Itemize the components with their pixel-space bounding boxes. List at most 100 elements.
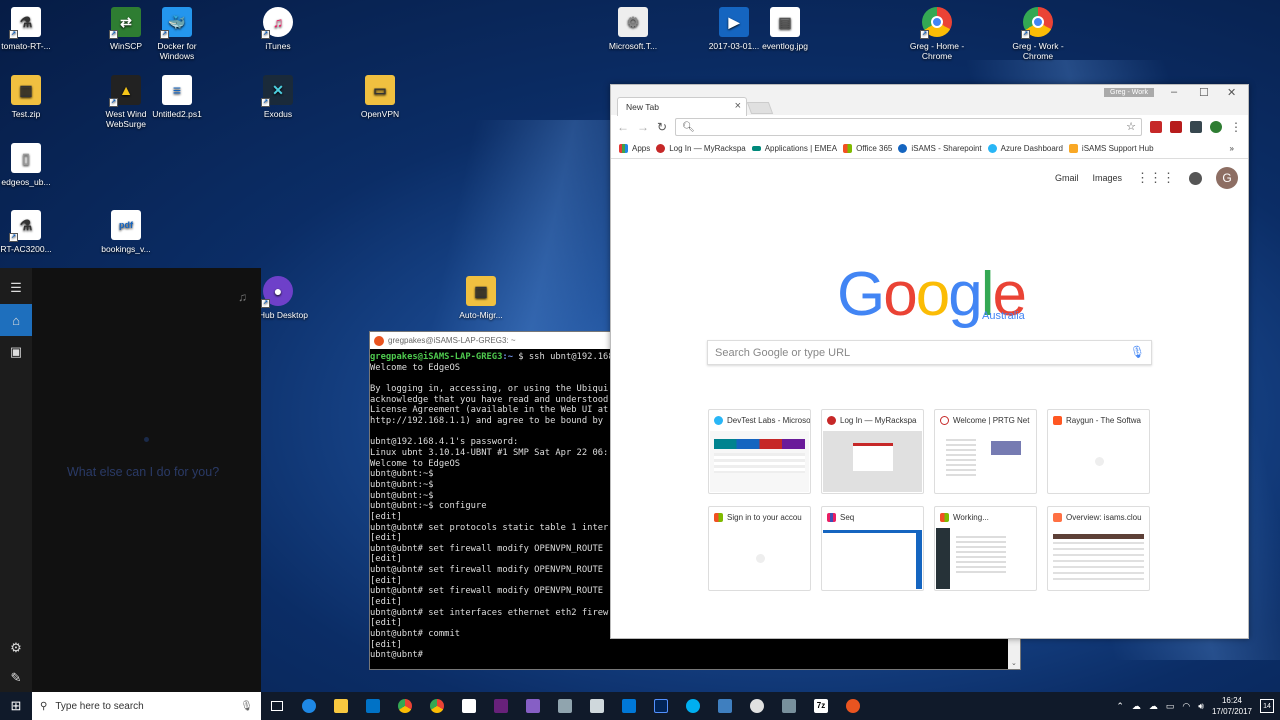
ublock-icon[interactable] bbox=[1170, 121, 1182, 133]
desktop-icon-bookings[interactable]: pdf bookings_v... bbox=[88, 210, 164, 254]
tools-icon[interactable] bbox=[581, 692, 613, 720]
taskbar-search-placeholder: Type here to search bbox=[55, 700, 144, 712]
music-note-icon[interactable]: ♫ bbox=[238, 290, 247, 304]
desktop-icon-eventlog[interactable]: ▤ eventlog.jpg bbox=[747, 7, 823, 51]
maximize-icon[interactable]: ☐ bbox=[1199, 86, 1209, 99]
tile-title: Working... bbox=[953, 512, 989, 522]
file-explorer-icon[interactable] bbox=[325, 692, 357, 720]
desktop-icon-tomato[interactable]: ⚗ ↗ tomato-RT-... bbox=[0, 7, 64, 51]
vscode-icon[interactable] bbox=[613, 692, 645, 720]
reload-icon[interactable]: ↻ bbox=[657, 120, 667, 134]
bookmark-label: iSAMS Support Hub bbox=[1081, 144, 1154, 153]
bookmark-sharepoint[interactable]: iSAMS - Sharepoint bbox=[898, 144, 982, 153]
most-visited-tile[interactable]: Working... bbox=[934, 506, 1037, 591]
bookmark-applications[interactable]: Applications | EMEA bbox=[751, 144, 837, 153]
extension-icon[interactable] bbox=[1150, 121, 1162, 133]
new-tab-button[interactable] bbox=[746, 102, 774, 114]
desktop-icon-auto-migr[interactable]: ▥ Auto-Migr... bbox=[443, 276, 519, 320]
close-tab-icon[interactable]: × bbox=[735, 100, 741, 112]
desktop-icon-chrome-work[interactable]: ↗ Greg - Work - Chrome bbox=[1000, 7, 1076, 61]
most-visited-tile[interactable]: DevTest Labs - Microso bbox=[708, 409, 811, 494]
desktop-icon-rt-ac3200[interactable]: ⚗ ↗ RT-AC3200... bbox=[0, 210, 64, 254]
desktop-icon-docker[interactable]: 🐳 ↗ Docker for Windows bbox=[139, 7, 215, 61]
remote-desktop-icon[interactable] bbox=[709, 692, 741, 720]
extension-icon[interactable] bbox=[1190, 121, 1202, 133]
terminal-line: ubnt@ubnt:~$ bbox=[370, 469, 434, 480]
powershell-icon[interactable] bbox=[645, 692, 677, 720]
microphone-icon[interactable]: 🎙︎ bbox=[240, 701, 253, 712]
onedrive-business-icon[interactable]: ☁ bbox=[1149, 701, 1158, 712]
clock[interactable]: 16:24 17/07/2017 bbox=[1212, 695, 1252, 717]
battery-icon[interactable]: ▭ bbox=[1166, 701, 1175, 712]
network-icon[interactable] bbox=[549, 692, 581, 720]
feedback-icon[interactable]: ✎ bbox=[0, 662, 32, 694]
most-visited-tile[interactable]: Overview: isams.clou bbox=[1047, 506, 1150, 591]
7zip-icon[interactable]: 7z bbox=[805, 692, 837, 720]
chrome-menu-icon[interactable]: ⋮ bbox=[1230, 120, 1242, 134]
chevron-up-icon[interactable]: ⌃ bbox=[1116, 701, 1124, 712]
bookmark-apps[interactable]: Apps bbox=[619, 144, 650, 153]
taskbar-search-input[interactable]: ⚲ Type here to search 🎙︎ bbox=[32, 692, 261, 720]
tile-title: Welcome | PRTG Net bbox=[953, 415, 1030, 425]
terminal-line: ubnt@ubnt# bbox=[370, 650, 423, 661]
desktop-icon-ps1[interactable]: ≡ Untitled2.ps1 bbox=[139, 75, 215, 119]
desktop-icon-microsoft-t[interactable]: ⚙ Microsoft.T... bbox=[595, 7, 671, 51]
desktop-icon-openvpn[interactable]: ▭ OpenVPN bbox=[342, 75, 418, 119]
microsoft-icon bbox=[714, 512, 723, 522]
outlook-icon[interactable] bbox=[357, 692, 389, 720]
desktop-icon-chrome-home[interactable]: ↗ Greg - Home - Chrome bbox=[899, 7, 975, 61]
edge-icon[interactable] bbox=[293, 692, 325, 720]
hamburger-menu-icon[interactable]: ☰ bbox=[0, 272, 32, 304]
apps-grid-icon[interactable]: ⋮⋮⋮ bbox=[1136, 170, 1175, 186]
extension-icon[interactable] bbox=[1210, 121, 1222, 133]
most-visited-tile[interactable]: Welcome | PRTG Net bbox=[934, 409, 1037, 494]
gmail-link[interactable]: Gmail bbox=[1055, 173, 1079, 183]
bookmark-rackspace[interactable]: Log In — MyRackspa bbox=[656, 144, 746, 153]
most-visited-tile[interactable]: Sign in to your accou bbox=[708, 506, 811, 591]
store-icon[interactable] bbox=[453, 692, 485, 720]
omnibox[interactable]: 🔍︎ ☆ bbox=[675, 118, 1142, 136]
minimize-icon[interactable]: – bbox=[1171, 86, 1177, 98]
images-link[interactable]: Images bbox=[1092, 173, 1122, 183]
chrome-window[interactable]: New Tab × Greg - Work – ☐ ✕ ← → ↻ 🔍︎ ☆ ⋮… bbox=[610, 84, 1249, 639]
tab-new-tab[interactable]: New Tab × bbox=[617, 97, 747, 116]
profile-badge[interactable]: Greg - Work bbox=[1104, 88, 1154, 97]
forward-icon[interactable]: → bbox=[637, 120, 649, 134]
task-view-icon[interactable] bbox=[261, 692, 293, 720]
chrome-home-icon[interactable] bbox=[421, 692, 453, 720]
notebook-icon[interactable]: ▣ bbox=[0, 336, 32, 368]
skype-icon[interactable] bbox=[677, 692, 709, 720]
visual-studio-preview-icon[interactable] bbox=[517, 692, 549, 720]
microphone-icon[interactable]: 🎙︎ bbox=[1130, 345, 1145, 359]
desktop-icon-edgeos[interactable]: ▯ edgeos_ub... bbox=[0, 143, 64, 187]
most-visited-tile[interactable]: Raygun - The Softwa bbox=[1047, 409, 1150, 494]
desktop-icon-itunes[interactable]: ♫ ↗ iTunes bbox=[240, 7, 316, 51]
app-icon[interactable] bbox=[773, 692, 805, 720]
desktop-icon-test-zip[interactable]: ▥ Test.zip bbox=[0, 75, 64, 119]
wifi-icon[interactable]: ◠ bbox=[1182, 701, 1190, 712]
home-icon[interactable]: ⌂ bbox=[0, 304, 32, 336]
terminal-line: Linux ubnt 3.10.14-UBNT #1 SMP Sat Apr 2… bbox=[370, 447, 609, 458]
settings-gear-icon[interactable]: ⚙ bbox=[0, 632, 32, 664]
desktop-icon-exodus[interactable]: ✕ ↗ Exodus bbox=[240, 75, 316, 119]
bookmark-azure[interactable]: Azure Dashboard bbox=[987, 144, 1063, 153]
chrome-work-icon[interactable] bbox=[389, 692, 421, 720]
volume-icon[interactable]: 🔊︎ bbox=[1198, 701, 1204, 712]
bookmark-star-icon[interactable]: ☆ bbox=[1126, 120, 1136, 133]
bookmarks-overflow-icon[interactable]: » bbox=[1230, 144, 1234, 153]
most-visited-tile[interactable]: Log In — MyRackspa bbox=[821, 409, 924, 494]
bookmark-support-hub[interactable]: iSAMS Support Hub bbox=[1068, 144, 1154, 153]
ubuntu-icon[interactable] bbox=[837, 692, 869, 720]
chrome-icon[interactable] bbox=[741, 692, 773, 720]
action-center-icon[interactable]: 14 bbox=[1260, 699, 1274, 713]
back-icon[interactable]: ← bbox=[617, 120, 629, 134]
bookmark-office365[interactable]: Office 365 bbox=[843, 144, 892, 153]
most-visited-tile[interactable]: Seq bbox=[821, 506, 924, 591]
avatar[interactable]: G bbox=[1216, 167, 1238, 189]
windows-start-icon[interactable]: ⊞ bbox=[0, 692, 32, 720]
onedrive-icon[interactable]: ☁ bbox=[1132, 701, 1141, 712]
visual-studio-icon[interactable] bbox=[485, 692, 517, 720]
ntp-search-input[interactable]: Search Google or type URL 🎙︎ bbox=[707, 340, 1152, 365]
notifications-bell-icon[interactable] bbox=[1189, 171, 1202, 185]
close-window-icon[interactable]: ✕ bbox=[1227, 86, 1236, 99]
